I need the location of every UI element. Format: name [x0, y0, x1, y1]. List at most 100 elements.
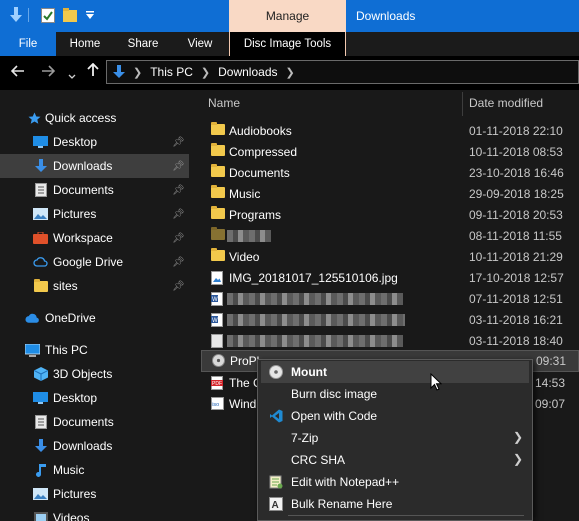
nav-item-this-pc[interactable]: This PC — [0, 338, 189, 362]
pin-icon[interactable]: 📌︎ — [172, 137, 185, 148]
folder-icon — [211, 143, 225, 158]
file-row-redacted-folder[interactable]: 08-11-2018 11:55 — [201, 225, 579, 247]
file-row-audiobooks[interactable]: Audiobooks 01-11-2018 22:10 — [201, 120, 579, 142]
breadcrumb-downloads[interactable]: Downloads — [218, 65, 277, 79]
file-date: 07-11-2018 12:51 — [469, 292, 563, 306]
pin-icon[interactable]: 📌︎ — [172, 209, 185, 220]
tab-file[interactable]: File — [0, 32, 56, 56]
nav-item-workspace[interactable]: Workspace 📌︎ — [0, 226, 189, 250]
breadcrumb-this-pc[interactable]: This PC — [150, 65, 193, 79]
file-name: Programs — [229, 208, 282, 222]
folder-icon — [211, 227, 225, 242]
toolbar-divider — [28, 8, 29, 22]
menu-item-bulk-rename-here[interactable]: A Bulk Rename Here — [261, 493, 529, 515]
chevron-right-icon[interactable]: ❯ — [201, 66, 210, 79]
file-name: Wind — [229, 397, 257, 411]
file-date: 09:31 — [536, 354, 567, 368]
up-arrow-icon[interactable] — [87, 62, 99, 81]
nav-item-desktop[interactable]: Desktop 📌︎ — [0, 130, 189, 154]
nav-item-videos[interactable]: Videos — [0, 506, 189, 521]
file-row-documents[interactable]: Documents 23-10-2018 16:46 — [201, 162, 579, 184]
disc-image-icon — [212, 354, 226, 367]
chevron-right-icon[interactable]: ❯ — [133, 66, 142, 79]
nav-item-quick-access[interactable]: Quick access — [0, 106, 189, 130]
menu-item-edit-with-notepad-plus-plus[interactable]: Edit with Notepad++ — [261, 471, 529, 493]
nav-label: Pictures — [53, 487, 97, 501]
nav-item-documents-pc[interactable]: Documents — [0, 410, 189, 434]
pin-icon[interactable]: 📌︎ — [172, 257, 185, 268]
menu-label: 7-Zip — [291, 431, 319, 445]
file-row-programs[interactable]: Programs 09-11-2018 20:53 — [201, 204, 579, 226]
window-title: Downloads — [356, 9, 416, 23]
download-arrow-icon[interactable] — [8, 6, 24, 24]
file-date: 09:07 — [535, 397, 566, 411]
nav-label: Pictures — [53, 207, 97, 221]
pin-icon[interactable]: 📌︎ — [172, 161, 185, 172]
file-name: ProPl — [230, 354, 260, 368]
nav-item-pictures-pc[interactable]: Pictures — [0, 482, 189, 506]
column-divider[interactable] — [462, 92, 463, 116]
file-row-music[interactable]: Music 29-09-2018 18:25 — [201, 183, 579, 205]
nav-item-3d-objects[interactable]: 3D Objects — [0, 362, 189, 386]
music-note-icon — [33, 464, 48, 477]
file-row-compressed[interactable]: Compressed 10-11-2018 08:53 — [201, 141, 579, 163]
nav-item-downloads-pc[interactable]: Downloads — [0, 434, 189, 458]
ribbon-tabs: File Home Share View Disc Image Tools — [0, 32, 579, 56]
word-file-icon: W — [211, 313, 225, 327]
pin-icon[interactable]: 📌︎ — [172, 281, 185, 292]
file-name: Music — [229, 187, 261, 201]
word-file-icon: W — [211, 292, 225, 306]
nav-label: Documents — [53, 415, 114, 429]
menu-item-mount[interactable]: Mount — [261, 361, 529, 383]
manage-tab[interactable]: Manage — [229, 0, 346, 32]
nav-item-pictures[interactable]: Pictures 📌︎ — [0, 202, 189, 226]
forward-arrow-icon[interactable] — [41, 64, 56, 81]
file-row-image[interactable]: IMG_20181017_125510106.jpg 17-10-2018 12… — [201, 267, 579, 289]
nav-item-downloads[interactable]: Downloads 📌︎ — [0, 154, 189, 178]
menu-item-open-with-code[interactable]: Open with Code — [261, 405, 529, 427]
chevron-right-icon[interactable]: ❯ — [286, 66, 295, 79]
file-date: 03-11-2018 18:40 — [469, 334, 563, 348]
file-date: 14:53 — [535, 376, 566, 390]
nav-item-music[interactable]: Music — [0, 458, 189, 482]
file-date: 10-11-2018 08:53 — [469, 145, 563, 159]
file-row-video[interactable]: Video 10-11-2018 21:29 — [201, 246, 579, 268]
file-row-redacted-word-1[interactable]: W 07-11-2018 12:51 — [201, 288, 579, 310]
file-date: 10-11-2018 21:29 — [469, 250, 563, 264]
video-icon — [33, 511, 48, 521]
download-arrow-icon — [33, 439, 48, 453]
tab-home[interactable]: Home — [60, 32, 110, 56]
properties-check-icon[interactable] — [40, 6, 56, 24]
folder-icon — [211, 248, 225, 263]
nav-item-onedrive[interactable]: OneDrive — [0, 306, 189, 330]
back-arrow-icon[interactable] — [10, 64, 25, 81]
recent-locations-chevron-icon[interactable] — [68, 67, 76, 84]
nav-item-documents[interactable]: Documents 📌︎ — [0, 178, 189, 202]
column-header-name[interactable]: Name — [208, 96, 240, 110]
nav-label: sites — [53, 279, 78, 293]
menu-item-burn-disc-image[interactable]: Burn disc image — [261, 383, 529, 405]
menu-separator — [288, 515, 524, 516]
menu-item-7-zip[interactable]: 7-Zip ❯ — [261, 427, 529, 449]
context-menu: Mount Burn disc image Open with Code 7-Z… — [257, 359, 533, 521]
bulk-rename-icon: A — [269, 497, 283, 511]
new-folder-icon[interactable] — [62, 6, 78, 24]
customize-toolbar-icon[interactable] — [82, 6, 98, 24]
nav-item-sites[interactable]: sites 📌︎ — [0, 274, 189, 298]
file-row-redacted-file[interactable]: 03-11-2018 18:40 — [201, 330, 579, 352]
menu-label: CRC SHA — [291, 453, 346, 467]
tab-share[interactable]: Share — [118, 32, 168, 56]
address-bar[interactable]: ❯ This PC ❯ Downloads ❯ — [106, 60, 579, 84]
tab-disc-image-tools[interactable]: Disc Image Tools — [229, 32, 346, 56]
pin-icon[interactable]: 📌︎ — [172, 185, 185, 196]
nav-label: Documents — [53, 183, 114, 197]
file-row-redacted-word-2[interactable]: W 03-11-2018 16:21 — [201, 309, 579, 331]
menu-item-crc-sha[interactable]: CRC SHA ❯ — [261, 449, 529, 471]
tab-view[interactable]: View — [176, 32, 224, 56]
svg-text:PDF: PDF — [212, 381, 222, 387]
nav-item-desktop-pc[interactable]: Desktop — [0, 386, 189, 410]
column-header-date-modified[interactable]: Date modified — [469, 96, 543, 110]
pin-icon[interactable]: 📌︎ — [172, 233, 185, 244]
nav-item-google-drive[interactable]: Google Drive 📌︎ — [0, 250, 189, 274]
download-arrow-icon — [113, 65, 125, 79]
